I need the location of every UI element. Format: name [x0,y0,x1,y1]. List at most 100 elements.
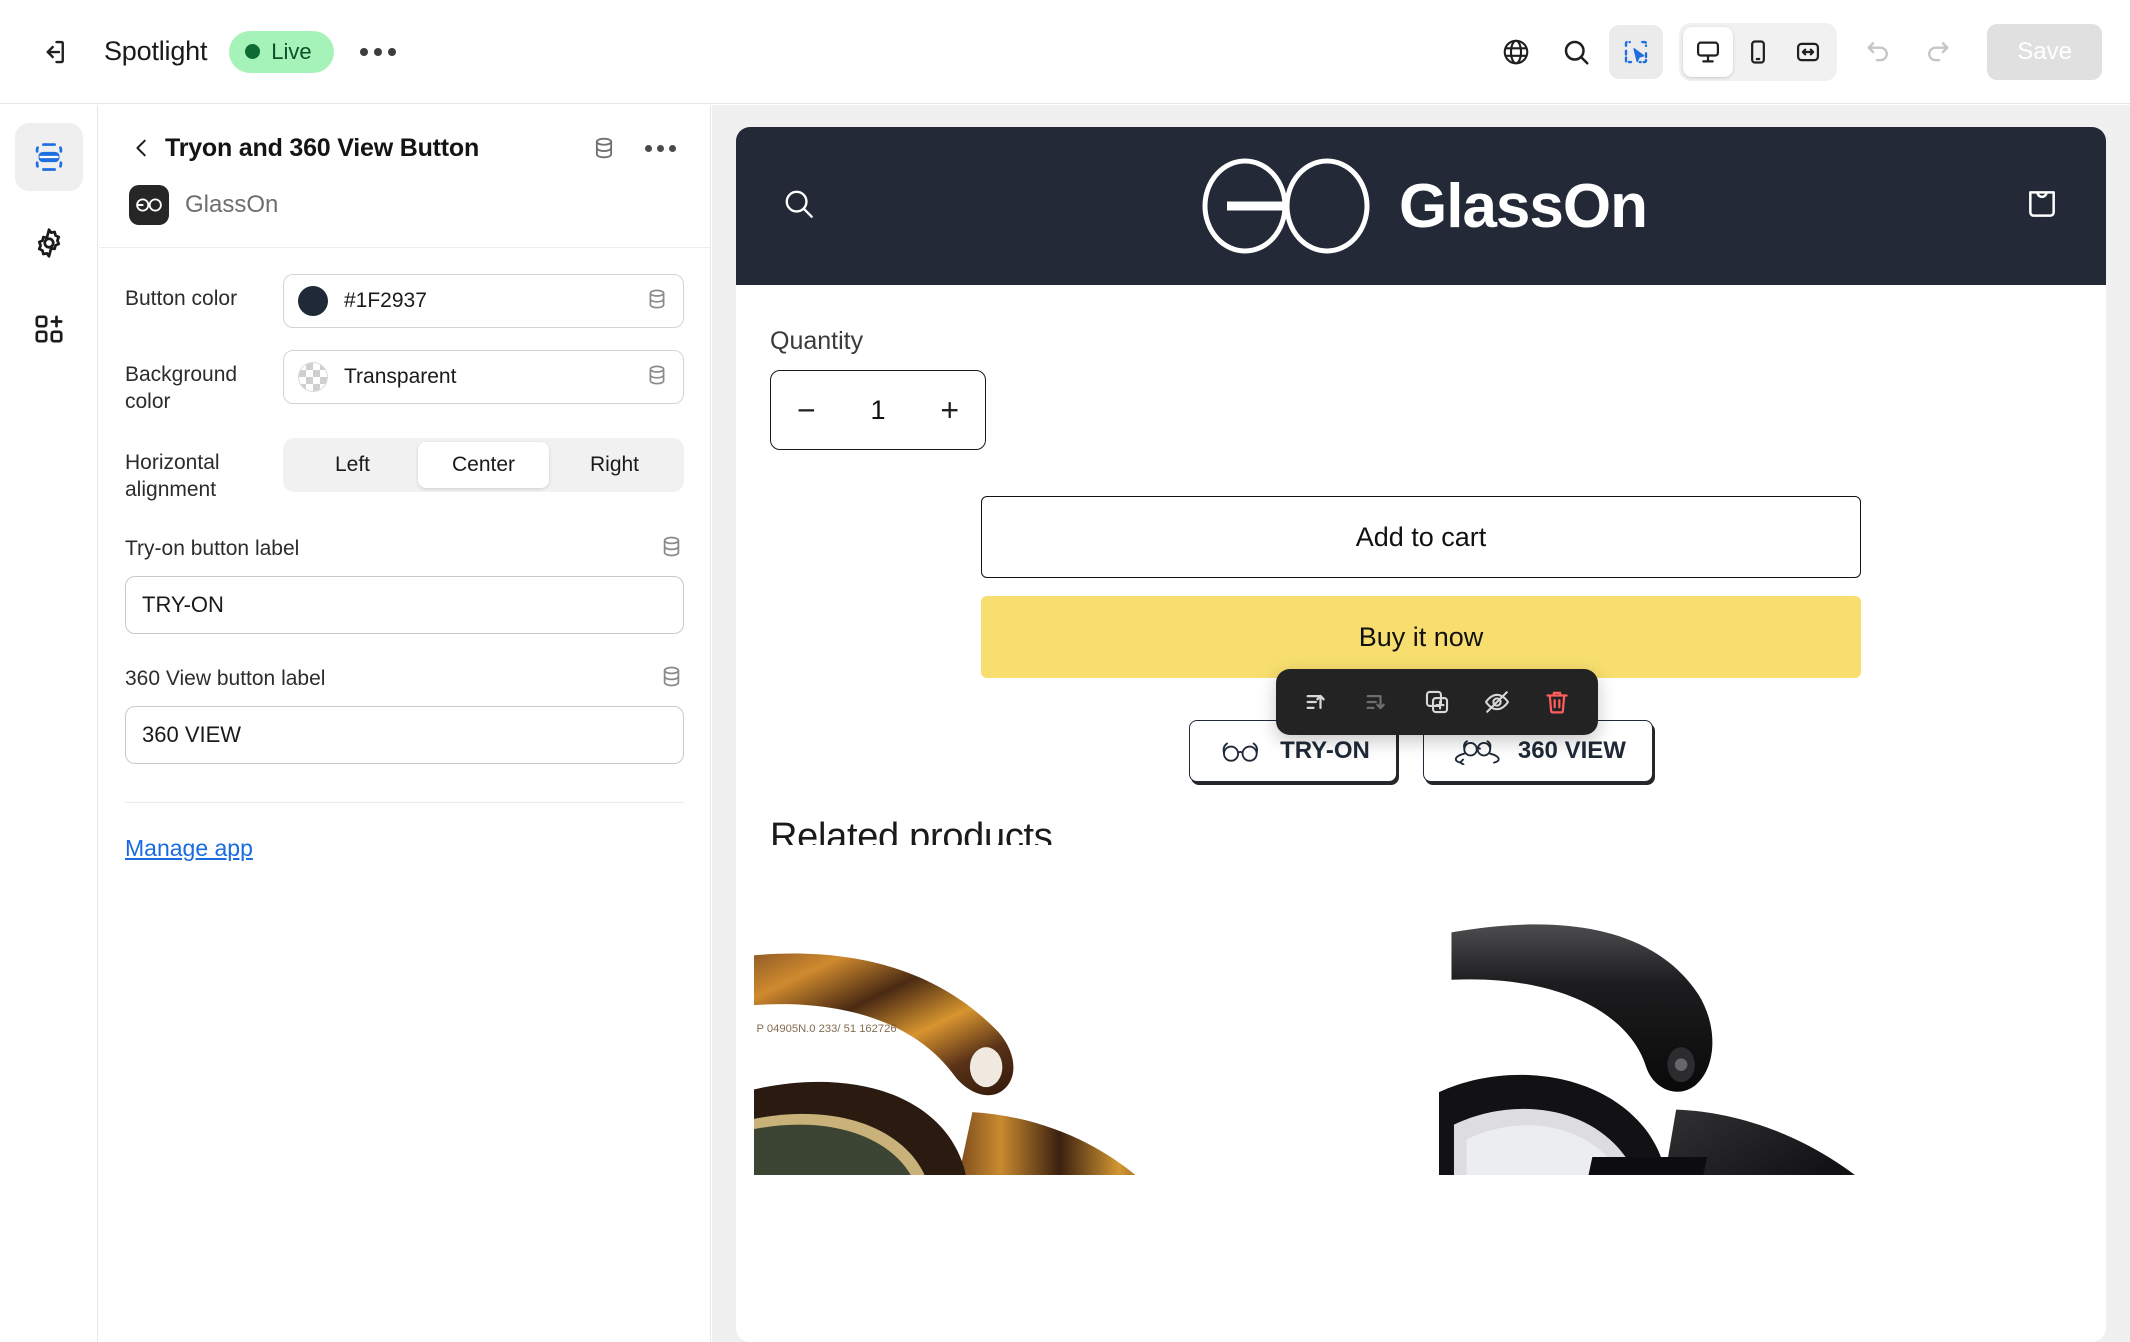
quantity-decrement-button[interactable]: − [797,394,816,426]
field-360view-label: 360 View button label [125,664,684,764]
panel-back-button[interactable] [125,131,159,165]
store-search-button[interactable] [780,185,818,228]
quantity-label: Quantity [770,327,864,355]
gear-icon [37,228,60,258]
rail-item-settings[interactable] [15,209,83,277]
glasses-rotate-icon [1454,740,1500,765]
store-logo: GlassOn [736,156,2106,256]
full-width-icon [1797,42,1820,61]
move-up-icon [1306,694,1325,709]
top-bar: Spotlight Live Save [0,0,2130,104]
storefront-frame: GlassOn Quantity − 1 + Add to cart Buy i… [736,127,2106,1342]
quantity-value: 1 [870,394,886,425]
alignment-option-right[interactable]: Right [549,442,680,488]
manage-app-link[interactable]: Manage app [125,835,253,862]
related-product-card[interactable]: P 04905N.0 233/ 51 162726 [754,845,1403,1175]
related-product-card[interactable] [1439,845,2088,1175]
background-color-metafield-icon[interactable] [645,363,669,392]
buy-it-now-button[interactable]: Buy it now [981,596,1861,678]
tortoiseshell-glasses-image: P 04905N.0 233/ 51 162726 [754,845,1403,1175]
preview-search-button[interactable] [1549,25,1603,79]
background-color-label: Background color [125,363,238,413]
ellipsis-icon [645,144,652,152]
view360-label-input[interactable] [125,705,684,764]
field-tryon-label: Try-on button label [125,534,684,634]
panel-header: Tryon and 360 View Button GlassOn [99,105,710,248]
glasses-logo-icon [1202,158,1370,254]
preview-canvas: GlassOn Quantity − 1 + Add to cart Buy i… [712,105,2130,1342]
inspector-select-button[interactable] [1609,24,1664,79]
related-products-grid: P 04905N.0 233/ 51 162726 [736,845,2106,1175]
ellipsis-icon [359,47,368,56]
add-blocks-icon [34,315,63,343]
alignment-option-left[interactable]: Left [287,442,418,488]
device-fullwidth-button[interactable] [1783,27,1833,77]
view360-button-label: 360 VIEW [1517,737,1626,764]
status-badge: Live [229,30,334,73]
background-color-picker[interactable]: Transparent [283,350,684,404]
eye-off-icon [1484,691,1510,713]
rail-item-apps[interactable] [15,295,83,363]
button-color-label: Button color [125,287,238,310]
trash-icon [1546,691,1568,714]
quantity-increment-button[interactable]: + [940,394,959,426]
move-block-up-button[interactable] [1290,676,1344,728]
undo-icon [1867,41,1889,61]
database-icon [649,289,665,308]
mobile-icon [1751,39,1766,64]
alignment-label: Horizontal alignment [125,450,220,501]
page-title: Spotlight [104,36,208,66]
black-glasses-image [1439,845,2088,1175]
button-color-value: #1F2937 [344,289,427,312]
background-color-value: Transparent [344,365,457,388]
store-header: GlassOn [736,127,2106,285]
device-preview-switcher [1679,22,1838,81]
save-button[interactable]: Save [1987,23,2102,80]
button-color-picker[interactable]: #1F2937 [283,274,684,328]
view360-metafield-icon[interactable] [659,664,684,694]
field-horizontal-alignment: Horizontal alignment Left Center Right [125,437,684,504]
undo-button[interactable] [1851,25,1905,79]
hide-block-button[interactable] [1470,676,1524,728]
svg-text:P 04905N.0 233/ 51 162726: P 04905N.0 233/ 51 162726 [756,1023,896,1035]
tryon-metafield-icon[interactable] [659,534,684,564]
glasses-logo-icon [136,198,162,212]
store-cart-button[interactable] [2022,184,2062,229]
database-icon [663,536,680,556]
redo-icon [1928,41,1949,61]
panel-title: Tryon and 360 View Button [165,133,480,162]
store-logo-text: GlassOn [1399,171,1648,241]
alignment-segmented-control: Left Center Right [283,437,684,492]
duplicate-block-button[interactable] [1410,676,1464,728]
panel-metafield-button[interactable] [585,129,623,167]
panel-more-button[interactable] [637,137,684,160]
exit-editor-button[interactable] [26,24,82,80]
settings-panel: Tryon and 360 View Button GlassOn Button… [99,105,711,1342]
tryon-label: Try-on button label [125,536,300,560]
chevron-left-icon [136,139,146,157]
delete-block-button[interactable] [1530,676,1584,728]
alignment-option-center[interactable]: Center [418,441,549,488]
device-desktop-button[interactable] [1683,26,1734,77]
database-icon [663,666,680,686]
app-name: GlassOn [185,191,279,218]
panel-body: Button color #1F2937 Background color Tr… [99,248,710,862]
device-mobile-button[interactable] [1733,27,1783,77]
redo-button[interactable] [1911,25,1965,79]
move-block-down-button[interactable] [1350,676,1404,728]
exit-icon [46,40,64,63]
status-dot-icon [245,44,261,59]
left-icon-rail [0,105,98,1342]
database-icon [595,137,613,159]
field-button-color: Button color #1F2937 [125,274,684,328]
status-badge-label: Live [271,38,312,64]
button-color-metafield-icon[interactable] [645,287,669,316]
more-options-button[interactable] [352,26,404,78]
tryon-button-label: TRY-ON [1280,737,1370,764]
rail-item-sections[interactable] [14,123,83,191]
product-form: Quantity − 1 + Add to cart Buy it now TR… [736,285,2106,859]
tryon-label-input[interactable] [125,575,684,634]
database-icon [649,365,665,384]
language-button[interactable] [1489,25,1543,79]
add-to-cart-button[interactable]: Add to cart [981,496,1861,578]
